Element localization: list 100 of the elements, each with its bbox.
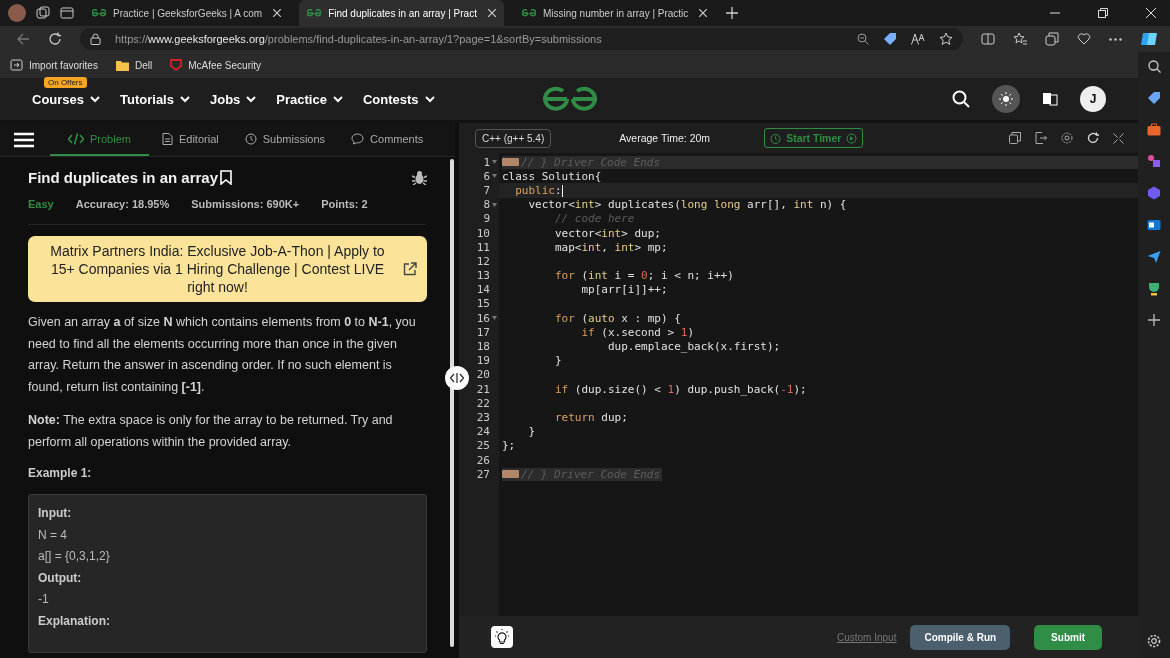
problem-stat: Points: 2: [321, 198, 368, 210]
close-tab-icon[interactable]: [699, 9, 708, 17]
shield-icon: [170, 59, 183, 71]
favorite-link[interactable]: Dell: [115, 59, 153, 71]
export-icon[interactable]: [1035, 132, 1047, 144]
search-icon[interactable]: [952, 90, 970, 108]
example-heading: Example 1:: [28, 466, 93, 480]
document-icon: [161, 132, 173, 145]
close-tab-icon[interactable]: [273, 9, 282, 17]
hexagon-icon[interactable]: [1147, 186, 1161, 200]
copy-icon[interactable]: [1009, 132, 1021, 144]
search-icon[interactable]: [1147, 60, 1161, 73]
read-aloud-icon[interactable]: [911, 33, 925, 45]
code-line: if (x.second > 1): [580, 325, 695, 339]
problem-stat: Accuracy: 18.95%: [75, 198, 170, 210]
line-number: 18: [476, 340, 490, 354]
settings-icon[interactable]: [1147, 634, 1161, 648]
example-value: -1: [38, 591, 50, 608]
average-time: Average Time: 20m: [619, 132, 711, 144]
code-line: dup.emplace_back(x.first);: [606, 340, 781, 354]
collections-icon[interactable]: [1045, 32, 1059, 46]
maximize-icon[interactable]: [1098, 8, 1108, 18]
panel-tab[interactable]: Comments: [338, 123, 437, 156]
panel-tab[interactable]: Editorial: [148, 123, 232, 156]
favorites-icon[interactable]: [1013, 32, 1027, 46]
code-line: public:: [514, 183, 563, 197]
url-text: https://www.geeksforgeeks.org/problems/find-duplicates-in-an-array/1?page=1&sortBy=submissions: [115, 33, 602, 45]
hint-button[interactable]: [491, 626, 513, 648]
chevron-down-icon: [332, 95, 343, 103]
workspaces-icon[interactable]: [36, 6, 50, 20]
close-icon[interactable]: [1146, 8, 1156, 18]
profile-avatar-icon[interactable]: [8, 4, 26, 22]
chevron-down-icon: [246, 95, 257, 103]
site-logo[interactable]: [543, 86, 597, 112]
reset-icon[interactable]: [1087, 132, 1099, 144]
tag-icon[interactable]: [1147, 91, 1161, 105]
import-icon: [10, 59, 23, 71]
custom-input-link[interactable]: Custom Input: [836, 631, 897, 643]
line-number: 17: [476, 325, 490, 339]
fold-arrow-icon[interactable]: [492, 160, 497, 165]
briefcase-icon[interactable]: [1147, 123, 1161, 136]
menu-icon[interactable]: [14, 131, 34, 148]
tag-icon[interactable]: [883, 32, 897, 46]
theme-toggle[interactable]: [992, 85, 1020, 113]
line-number: 20: [476, 368, 490, 382]
folded-code-icon[interactable]: [502, 470, 519, 479]
folded-code-icon[interactable]: [502, 158, 519, 167]
refresh-icon[interactable]: [48, 32, 62, 46]
zoom-icon[interactable]: [857, 33, 869, 45]
more-icon[interactable]: [1109, 37, 1122, 41]
heart-pulse-icon[interactable]: [1077, 32, 1091, 46]
line-number: 8: [483, 198, 490, 212]
new-tab-icon[interactable]: [725, 6, 740, 20]
favorite-link[interactable]: McAfee Security: [170, 59, 261, 71]
add-icon[interactable]: [1148, 314, 1160, 326]
mail-icon[interactable]: [1147, 218, 1161, 232]
language-select[interactable]: C++ (g++ 5.4): [475, 128, 552, 148]
chevron-down-icon: [424, 95, 435, 103]
favorite-link[interactable]: Import favorites: [10, 59, 98, 71]
split-screen-icon[interactable]: [981, 32, 995, 46]
scrollbar[interactable]: [450, 159, 454, 647]
fold-arrow-icon[interactable]: [492, 316, 497, 321]
code-line: vector<int> dup;: [553, 226, 661, 240]
copilot-icon[interactable]: [1140, 30, 1158, 48]
panel-tab[interactable]: Submissions: [231, 123, 339, 156]
problem-description: Note: The extra space is only for the array to be returned. Try and perform all operations within the provided array.: [28, 412, 394, 451]
send-icon[interactable]: [1147, 250, 1161, 264]
browser-tab[interactable]: Practice | GeeksforGeeks | A com: [84, 0, 290, 26]
nav-menu[interactable]: Tutorials: [120, 91, 190, 107]
settings-icon[interactable]: [1061, 132, 1073, 144]
line-number: 16: [476, 311, 490, 325]
fold-arrow-icon[interactable]: [492, 174, 497, 179]
fold-arrow-icon[interactable]: [492, 202, 497, 207]
tab-actions-icon[interactable]: [60, 6, 74, 20]
address-field[interactable]: https://www.geeksforgeeks.org/problems/find-duplicates-in-an-array/1?page=1&sortBy=submissions: [80, 28, 963, 50]
contest-banner[interactable]: Matrix Partners India: Exclusive Job-A-Thon | Apply to 15+ Companies via 1 Hiring Challenge | Contest LIVE right now!: [28, 236, 427, 302]
shapes-icon[interactable]: [1147, 154, 1161, 168]
line-number: 13: [476, 269, 490, 283]
site-logo-icon: [92, 8, 106, 18]
code-line: vector<int> duplicates(long long arr[], int n) {: [527, 198, 847, 212]
start-timer-button[interactable]: Start Timer: [764, 128, 864, 148]
bookmark-icon[interactable]: [220, 170, 233, 185]
bug-icon[interactable]: [412, 170, 427, 185]
nav-menu[interactable]: Contests: [362, 91, 435, 107]
compile-run-button[interactable]: Compile & Run: [910, 624, 1011, 650]
fullscreen-icon[interactable]: [1113, 132, 1124, 144]
user-avatar[interactable]: J: [1080, 86, 1106, 112]
nav-menu[interactable]: Practice: [276, 91, 343, 107]
star-icon[interactable]: [939, 32, 953, 46]
trophy-icon[interactable]: [1147, 282, 1161, 296]
browser-tab[interactable]: Missing number in array | Practic: [513, 0, 716, 26]
browser-tab[interactable]: Find duplicates in an array | Pract: [299, 0, 504, 26]
panel-tab[interactable]: Problem: [50, 123, 149, 156]
back-icon[interactable]: [16, 32, 30, 46]
close-tab-icon[interactable]: [487, 9, 496, 17]
translate-icon[interactable]: [1042, 91, 1058, 107]
nav-menu[interactable]: Jobs: [209, 91, 257, 107]
submit-button[interactable]: Submit: [1034, 624, 1102, 650]
line-number: 10: [476, 226, 490, 240]
code-icon: [68, 132, 84, 145]
